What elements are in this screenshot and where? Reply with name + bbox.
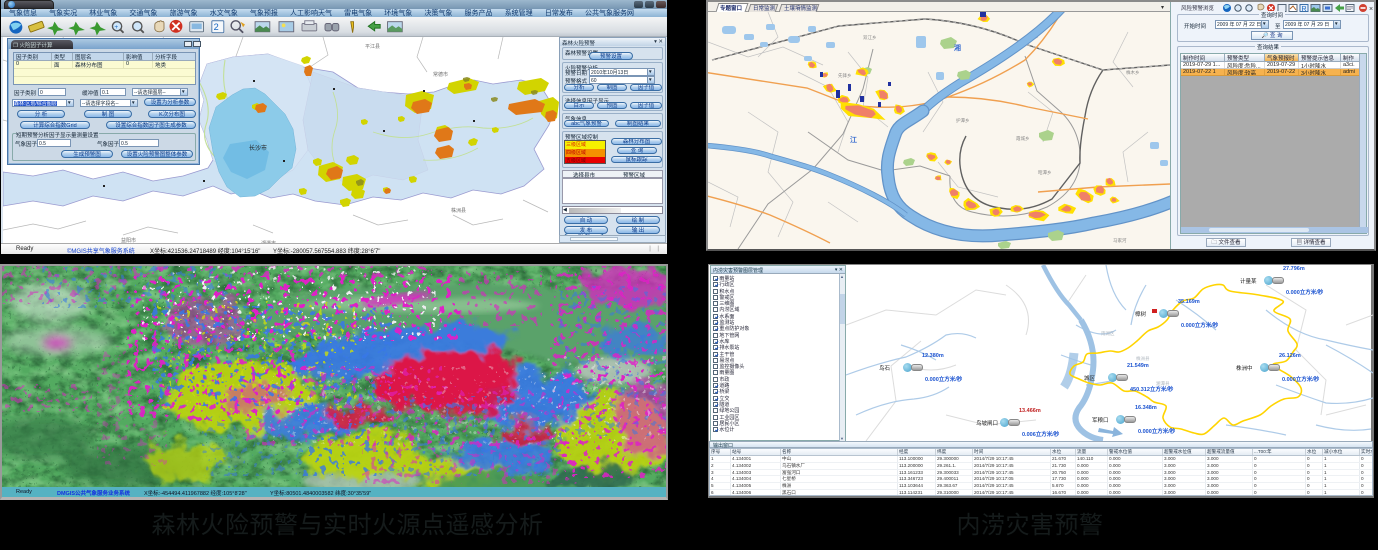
svg-text:常德市: 常德市: [433, 71, 448, 78]
svg-text:雨湖区: 雨湖区: [1101, 330, 1115, 337]
svg-text:株洲县: 株洲县: [451, 207, 466, 214]
svg-text:长沙市: 长沙市: [249, 144, 267, 152]
svg-text:双江乡: 双江乡: [863, 34, 877, 41]
svg-text:昭潭乡: 昭潭乡: [1038, 169, 1052, 176]
svg-text:2: 2: [214, 22, 219, 32]
svg-text:平江县: 平江县: [365, 43, 380, 50]
svg-text:霞城乡: 霞城乡: [1016, 135, 1030, 142]
svg-text:+: +: [114, 24, 118, 31]
svg-text:×: ×: [1369, 6, 1373, 13]
svg-text:江: 江: [850, 135, 857, 144]
svg-text:株洲县: 株洲县: [1136, 355, 1150, 362]
svg-text:湘: 湘: [954, 43, 961, 52]
svg-text:马家河: 马家河: [1113, 237, 1127, 244]
svg-text:株木乡: 株木乡: [1126, 69, 1140, 76]
svg-text:先锋乡: 先锋乡: [838, 72, 852, 79]
svg-text:R: R: [1302, 6, 1307, 13]
svg-text:护潭乡: 护潭乡: [956, 117, 970, 124]
